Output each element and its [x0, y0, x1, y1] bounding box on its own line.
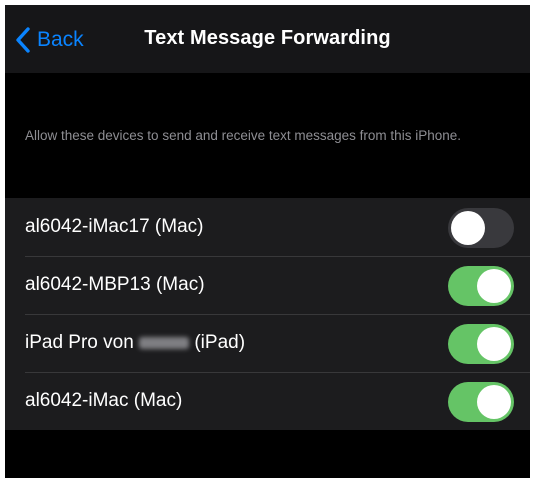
- device-name-suffix: (iPad): [194, 332, 246, 353]
- navigation-bar: Back Text Message Forwarding: [5, 5, 530, 73]
- toggle-knob: [451, 211, 485, 245]
- device-name: al6042-iMac17 (Mac): [25, 216, 204, 237]
- device-name: al6042-MBP13 (Mac): [25, 274, 205, 295]
- device-row: al6042-MBP13 (Mac): [5, 256, 530, 314]
- device-name: al6042-iMac (Mac): [25, 390, 183, 411]
- device-row: iPad Pro von (iPad): [5, 314, 530, 372]
- toggle-knob: [477, 385, 511, 419]
- device-toggle[interactable]: [448, 382, 514, 422]
- screen: Back Text Message Forwarding Allow these…: [5, 5, 530, 478]
- device-row: al6042-iMac17 (Mac): [5, 198, 530, 256]
- device-toggle[interactable]: [448, 208, 514, 248]
- device-toggle[interactable]: [448, 324, 514, 364]
- toggle-knob: [477, 327, 511, 361]
- section-caption: Allow these devices to send and receive …: [25, 128, 461, 143]
- device-name: iPad Pro von (iPad): [25, 332, 245, 354]
- redacted-name: [139, 336, 190, 349]
- device-toggle[interactable]: [448, 266, 514, 306]
- device-name-prefix: iPad Pro von: [25, 332, 134, 353]
- device-row: al6042-iMac (Mac): [5, 372, 530, 430]
- device-list: al6042-iMac17 (Mac) al6042-MBP13 (Mac) i…: [5, 198, 530, 430]
- page-title: Text Message Forwarding: [144, 27, 391, 49]
- toggle-knob: [477, 269, 511, 303]
